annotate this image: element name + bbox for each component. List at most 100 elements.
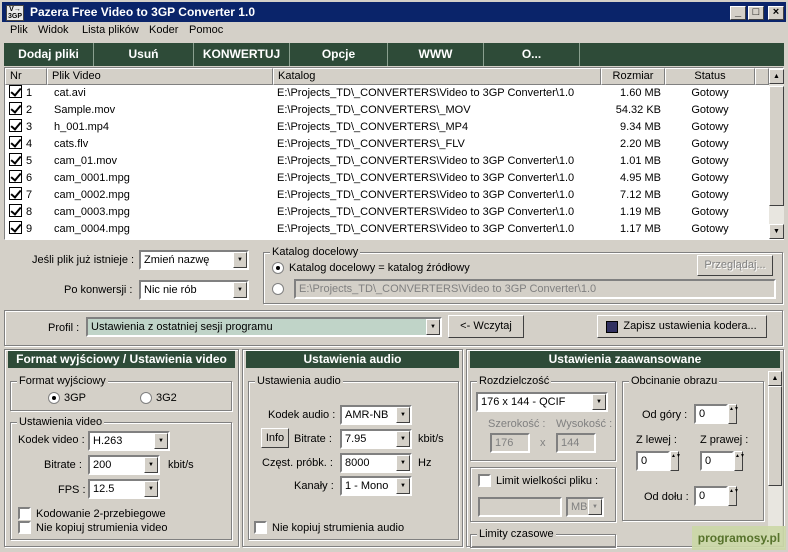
file-size-unit-value: MB <box>571 501 588 513</box>
video-bitrate-select[interactable]: 200 ▼ <box>88 455 160 475</box>
file-size-limit-input[interactable] <box>478 497 562 517</box>
load-profile-button[interactable]: <- Wczytaj <box>448 315 524 338</box>
no-copy-audio-label[interactable]: Nie kopiuj strumienia audio <box>272 522 404 534</box>
menu-pomoc[interactable]: Pomoc <box>189 24 223 36</box>
row-checkbox[interactable] <box>9 119 22 132</box>
table-row[interactable]: 4 cats.flv E:\Projects_TD\_CONVERTERS\_FLV… <box>5 136 765 153</box>
browse-button[interactable]: Przeglądaj... <box>697 255 773 276</box>
column-header-nr[interactable]: Nr <box>5 68 47 85</box>
close-button[interactable]: × <box>768 6 784 20</box>
table-row[interactable]: 2 Sample.mov E:\Projects_TD\_CONVERTERS\_M… <box>5 102 765 119</box>
row-size: 1.17 MB <box>620 223 661 235</box>
two-pass-label[interactable]: Kodowanie 2-przebiegowe <box>36 508 166 520</box>
row-file: cam_0003.mpg <box>54 206 130 218</box>
video-bitrate-label: Bitrate : <box>44 459 82 471</box>
www-button[interactable]: WWW <box>388 43 484 66</box>
row-checkbox[interactable] <box>9 170 22 183</box>
crop-right-input[interactable]: 0 <box>700 451 734 471</box>
list-scrollbar[interactable]: ▲ ▼ <box>769 69 784 239</box>
scroll-up-icon[interactable]: ▲ <box>768 371 782 386</box>
no-copy-video-label[interactable]: Nie kopiuj strumienia video <box>36 522 167 534</box>
profile-select[interactable]: Ustawienia z ostatniej sesji programu ▼ <box>86 317 442 337</box>
scroll-up-icon[interactable]: ▲ <box>769 69 784 84</box>
maximize-button[interactable]: □ <box>748 6 764 20</box>
row-checkbox[interactable] <box>9 102 22 115</box>
scroll-thumb[interactable] <box>768 386 782 486</box>
menu-widok[interactable]: Widok <box>38 24 69 36</box>
column-header-size[interactable]: Rozmiar <box>601 68 665 85</box>
after-select[interactable]: Nic nie rób ▼ <box>139 280 249 300</box>
no-copy-video-checkbox[interactable] <box>18 521 31 534</box>
row-nr: 9 <box>26 223 33 235</box>
no-copy-audio-checkbox[interactable] <box>254 521 267 534</box>
minimize-button[interactable]: _ <box>730 6 746 20</box>
table-row[interactable]: 7 cam_0002.mpg E:\Projects_TD\_CONVERTERS\… <box>5 187 765 204</box>
menu-koder[interactable]: Koder <box>149 24 178 36</box>
format-3gp-label[interactable]: 3GP <box>64 392 86 404</box>
table-row[interactable]: 6 cam_0001.mpg E:\Projects_TD\_CONVERTERS\… <box>5 170 765 187</box>
convert-button[interactable]: KONWERTUJ <box>194 43 290 66</box>
video-codec-select[interactable]: H.263 ▼ <box>88 431 170 451</box>
file-size-limit-label[interactable]: Limit wielkości pliku : <box>496 475 598 487</box>
table-row[interactable]: 9 cam_0004.mpg E:\Projects_TD\_CONVERTERS\… <box>5 221 765 238</box>
table-row[interactable]: 3 h_001.mp4 E:\Projects_TD\_CONVERTERS\_MP… <box>5 119 765 136</box>
target-custom-radio[interactable] <box>272 283 284 295</box>
menu-plik[interactable]: Plik <box>10 24 28 36</box>
format-3gp-radio[interactable] <box>48 392 60 404</box>
format-3g2-label[interactable]: 3G2 <box>156 392 177 404</box>
row-checkbox[interactable] <box>9 187 22 200</box>
height-input[interactable]: 144 <box>556 433 596 453</box>
column-header-dir[interactable]: Katalog <box>273 68 601 85</box>
file-size-unit-select[interactable]: MB ▼ <box>566 497 604 517</box>
crop-right-spin-icon[interactable]: ▲▼ <box>734 451 745 471</box>
audio-bitrate-select[interactable]: 7.95 ▼ <box>340 429 412 449</box>
row-checkbox[interactable] <box>9 85 22 98</box>
fps-select[interactable]: 12.5 ▼ <box>88 479 160 499</box>
exists-select[interactable]: Zmień nazwę ▼ <box>139 250 249 270</box>
two-pass-checkbox[interactable] <box>18 507 31 520</box>
add-files-button[interactable]: Dodaj pliki <box>4 43 94 66</box>
audio-info-button[interactable]: Info <box>261 428 289 448</box>
video-settings-title: Ustawienia video <box>17 416 105 428</box>
crop-left-spin-icon[interactable]: ▲▼ <box>670 451 681 471</box>
menu-lista-plikow[interactable]: Lista plików <box>82 24 139 36</box>
sample-rate-select[interactable]: 8000 ▼ <box>340 453 412 473</box>
row-checkbox[interactable] <box>9 153 22 166</box>
row-dir: E:\Projects_TD\_CONVERTERS\Video to 3GP … <box>277 172 575 184</box>
crop-top-spin-icon[interactable]: ▲▼ <box>728 404 739 424</box>
audio-codec-label: Kodek audio : <box>268 409 336 421</box>
channels-select[interactable]: 1 - Mono ▼ <box>340 476 412 496</box>
scroll-thumb[interactable] <box>769 86 784 206</box>
target-same-radio[interactable] <box>272 262 284 274</box>
crop-bottom-input[interactable]: 0 <box>694 486 728 506</box>
target-same-label[interactable]: Katalog docelowy = katalog źródłowy <box>289 262 470 274</box>
row-checkbox[interactable] <box>9 221 22 234</box>
target-path-input[interactable]: E:\Projects_TD\_CONVERTERS\Video to 3GP … <box>294 279 776 299</box>
table-row[interactable]: 5 cam_01.mov E:\Projects_TD\_CONVERTERS\Vi… <box>5 153 765 170</box>
table-row[interactable]: 8 cam_0003.mpg E:\Projects_TD\_CONVERTERS\… <box>5 204 765 221</box>
row-status: Gotowy <box>691 87 729 99</box>
row-checkbox[interactable] <box>9 204 22 217</box>
chevron-down-icon: ▼ <box>233 282 247 298</box>
remove-button[interactable]: Usuń <box>94 43 194 66</box>
scroll-down-icon[interactable]: ▼ <box>769 224 784 239</box>
row-checkbox[interactable] <box>9 136 22 149</box>
about-button[interactable]: O... <box>484 43 580 66</box>
advanced-scrollbar[interactable]: ▲ <box>768 371 782 545</box>
crop-top-input[interactable]: 0 <box>694 404 728 424</box>
column-header-file[interactable]: Plik Video <box>47 68 273 85</box>
file-size-limit-checkbox[interactable] <box>478 474 491 487</box>
crop-bottom-spin-icon[interactable]: ▲▼ <box>728 486 739 506</box>
save-profile-button[interactable]: Zapisz ustawienia kodera... <box>597 315 767 338</box>
column-header-status[interactable]: Status <box>665 68 755 85</box>
table-row[interactable]: 1 cat.avi E:\Projects_TD\_CONVERTERS\Video… <box>5 85 765 102</box>
column-header-filler <box>755 68 769 85</box>
resolution-select[interactable]: 176 x 144 - QCIF ▼ <box>476 392 608 412</box>
file-list[interactable]: Nr Plik Video Katalog Rozmiar Status 1 ca… <box>4 67 784 240</box>
crop-bottom-label: Od dołu : <box>644 491 689 503</box>
format-3g2-radio[interactable] <box>140 392 152 404</box>
width-input[interactable]: 176 <box>490 433 530 453</box>
crop-left-input[interactable]: 0 <box>636 451 670 471</box>
options-button[interactable]: Opcje <box>290 43 388 66</box>
audio-codec-select[interactable]: AMR-NB ▼ <box>340 405 412 425</box>
